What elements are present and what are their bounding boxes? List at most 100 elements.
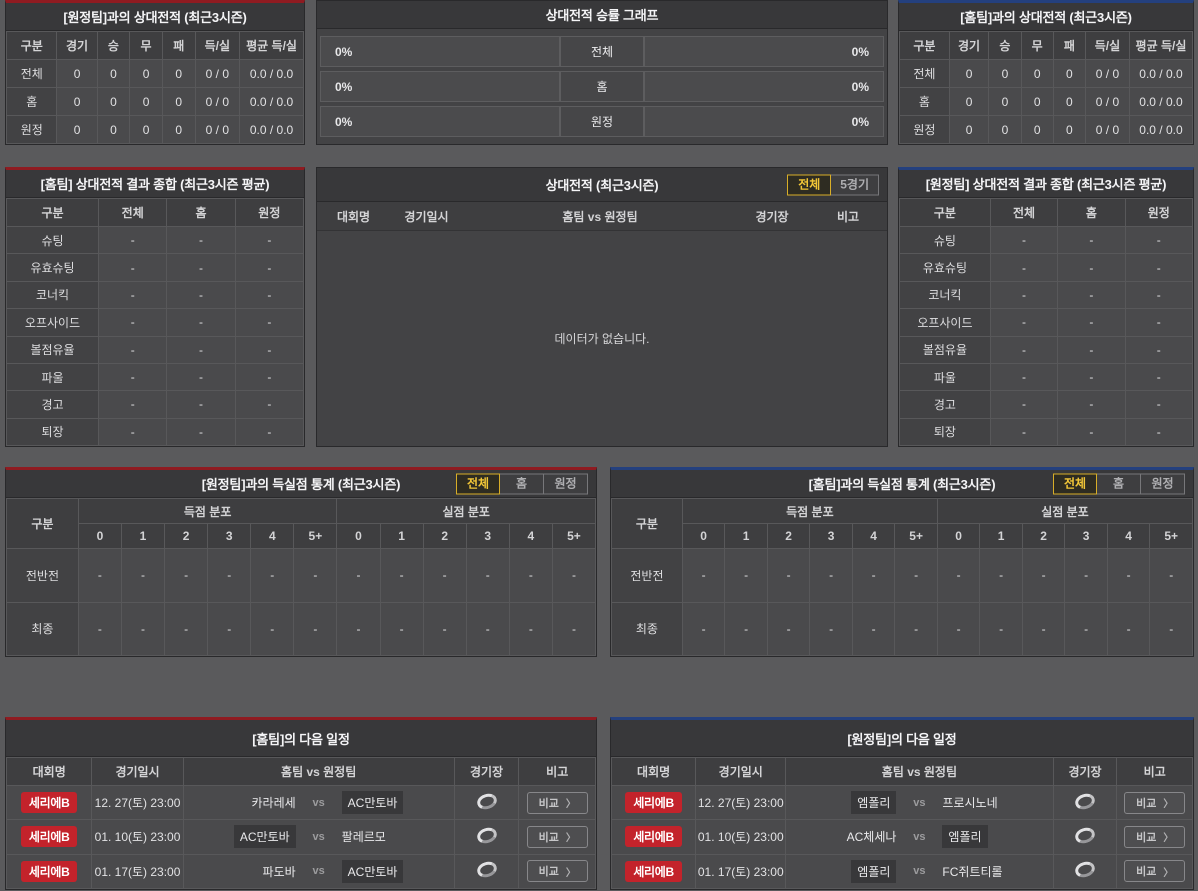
tab-5games[interactable]: 5경기 bbox=[831, 174, 879, 195]
cell: 0.0 / 0.0 bbox=[1128, 115, 1194, 144]
stadium-icon[interactable] bbox=[1073, 859, 1097, 881]
col-header: 5+ bbox=[894, 523, 938, 549]
cell: - bbox=[207, 548, 252, 603]
row-label: 파울 bbox=[899, 362, 991, 392]
col-header: 대회명 bbox=[5, 757, 93, 786]
tab-away[interactable]: 원정 bbox=[544, 473, 588, 494]
row-label: 유효슈팅 bbox=[5, 253, 100, 282]
cell: 0 bbox=[56, 87, 98, 116]
cell: - bbox=[1057, 253, 1126, 282]
sub-header-row: 0 1 2 3 4 5+ 0 1 2 3 4 5+ bbox=[7, 523, 597, 549]
home-bar-track: 0% bbox=[320, 36, 560, 67]
compare-button[interactable]: 비교 〉 bbox=[1124, 860, 1186, 883]
row-label: 원정 bbox=[899, 115, 950, 144]
col-header: 득/실 bbox=[1085, 31, 1130, 60]
cell: - bbox=[1106, 548, 1151, 603]
score-stats-table: 구분 득점 분포 실점 분포 0 1 2 3 4 5+ 0 1 2 3 4 5+ 전반전 -----… bbox=[611, 498, 1194, 656]
cell: - bbox=[166, 335, 236, 364]
tab-all[interactable]: 전체 bbox=[787, 174, 832, 195]
tab-home[interactable]: 홈 bbox=[500, 473, 544, 494]
compare-button[interactable]: 비교 〉 bbox=[1124, 825, 1186, 848]
stadium-icon[interactable] bbox=[474, 825, 499, 846]
col-header: 경기일시 bbox=[404, 209, 449, 224]
cell: - bbox=[809, 601, 853, 656]
col-header: 구분 bbox=[899, 198, 991, 227]
cell: - bbox=[851, 601, 896, 656]
graph-row-label: 원정 bbox=[560, 106, 644, 137]
cell: - bbox=[936, 601, 981, 656]
stadium-cell bbox=[1052, 853, 1118, 890]
stadium-icon[interactable] bbox=[474, 790, 499, 812]
match-teams: AC만토바 vs 팔레르모 bbox=[182, 819, 455, 855]
panel-score-stats-left: [원정팀]과의 득실점 통계 (최근3시즌) 전체 홈 원정 구분 득점 분포 … bbox=[5, 467, 597, 657]
compare-button[interactable]: 비교 〉 bbox=[526, 825, 588, 848]
table-row: 홈 0 0 0 0 0 / 0 0.0 / 0.0 bbox=[899, 87, 1194, 116]
tab-home[interactable]: 홈 bbox=[1097, 473, 1141, 494]
match-teams: 파도바 vs AC만토바 bbox=[182, 853, 455, 890]
panel-h2h-vs-home: [홈팀]과의 상대전적 (최근3시즌) 구분 경기 승 무 패 득/실 평균 득… bbox=[898, 0, 1194, 145]
cell: - bbox=[166, 362, 236, 392]
compare-button[interactable]: 비교 〉 bbox=[1124, 791, 1186, 814]
stadium-icon[interactable] bbox=[474, 859, 499, 881]
cell: 0 bbox=[948, 59, 990, 88]
cell: - bbox=[98, 417, 168, 447]
col-header: 비고 bbox=[1116, 757, 1193, 786]
cell: - bbox=[724, 548, 768, 603]
cell: - bbox=[166, 253, 236, 282]
cell: - bbox=[336, 548, 381, 603]
col-header: 3 bbox=[207, 523, 252, 549]
col-header: 패 bbox=[161, 31, 196, 60]
stadium-icon[interactable] bbox=[1073, 825, 1097, 846]
cell: 0 bbox=[96, 87, 131, 116]
col-header: 2 bbox=[164, 523, 209, 549]
stadium-icon[interactable] bbox=[1073, 790, 1097, 812]
table-row: 유효슈팅 - - - bbox=[5, 253, 305, 282]
row-label: 퇴장 bbox=[899, 417, 991, 447]
compare-cell: 비교 〉 bbox=[518, 853, 596, 890]
cell: - bbox=[894, 548, 938, 603]
col-header: 전체 bbox=[989, 198, 1059, 227]
col-header: 비고 bbox=[518, 757, 596, 786]
group-header-row: 구분 득점 분포 실점 분포 bbox=[611, 498, 1194, 549]
row-label: 전체 bbox=[899, 59, 950, 88]
compare-cell: 비교 〉 bbox=[518, 784, 596, 821]
home-team: AC만토바 bbox=[184, 825, 296, 849]
empty-message: 데이터가 없습니다. bbox=[554, 332, 650, 346]
panel-title: [원정팀]과의 득실점 통계 (최근3시즌) 전체 홈 원정 bbox=[6, 470, 596, 498]
sub-header-row: 0 1 2 3 4 5+ 0 1 2 3 4 5+ bbox=[612, 523, 1193, 549]
tab-away[interactable]: 원정 bbox=[1141, 473, 1185, 494]
match-datetime: 01. 17(토) 23:00 bbox=[91, 853, 184, 890]
match-datetime: 12. 27(토) 23:00 bbox=[91, 784, 184, 821]
cell: - bbox=[98, 390, 168, 419]
league-cell: 세리에B bbox=[610, 819, 697, 855]
cell: - bbox=[989, 390, 1059, 419]
col-header: 4 bbox=[250, 523, 295, 549]
stadium-cell bbox=[453, 784, 520, 821]
cell: - bbox=[989, 335, 1059, 364]
tab-all[interactable]: 전체 bbox=[456, 473, 500, 494]
cell: - bbox=[1057, 308, 1126, 337]
chevron-right-icon: 〉 bbox=[1163, 799, 1174, 811]
score-stats-tab-group: 전체 홈 원정 bbox=[456, 473, 588, 494]
cell: - bbox=[336, 601, 381, 656]
compare-button[interactable]: 비교 〉 bbox=[526, 791, 588, 814]
match-teams: AC체세나 vs 엠폴리 bbox=[785, 819, 1054, 855]
col-header: 1 bbox=[120, 523, 166, 549]
col-header: 0 bbox=[77, 523, 122, 549]
tab-all[interactable]: 전체 bbox=[1053, 473, 1097, 494]
cell: - bbox=[1057, 390, 1126, 419]
col-header: 1 bbox=[724, 523, 768, 549]
table-row: 원정 0 0 0 0 0 / 0 0.0 / 0.0 bbox=[5, 115, 304, 144]
cell: - bbox=[164, 548, 209, 603]
cell: - bbox=[851, 548, 896, 603]
cell: - bbox=[1124, 390, 1194, 419]
cell: - bbox=[234, 335, 305, 364]
col-header: 4 bbox=[851, 523, 896, 549]
panel-h2h-vs-away: [원정팀]과의 상대전적 (최근3시즌) 구분 경기 승 무 패 득/실 평균 … bbox=[5, 0, 305, 145]
h2h-away-table: 구분 경기 승 무 패 득/실 평균 득/실 전체 0 0 0 0 0 / 0 … bbox=[5, 31, 304, 144]
cell: 0 / 0 bbox=[194, 115, 241, 144]
row-label: 볼점유율 bbox=[5, 335, 100, 364]
col-header: 홈 bbox=[1057, 198, 1126, 227]
panel-summary-home: [홈팀] 상대전적 결과 종합 (최근3시즌 평균) 구분 전체 홈 원정 슈팅… bbox=[5, 167, 305, 447]
compare-button[interactable]: 비교 〉 bbox=[526, 860, 588, 883]
